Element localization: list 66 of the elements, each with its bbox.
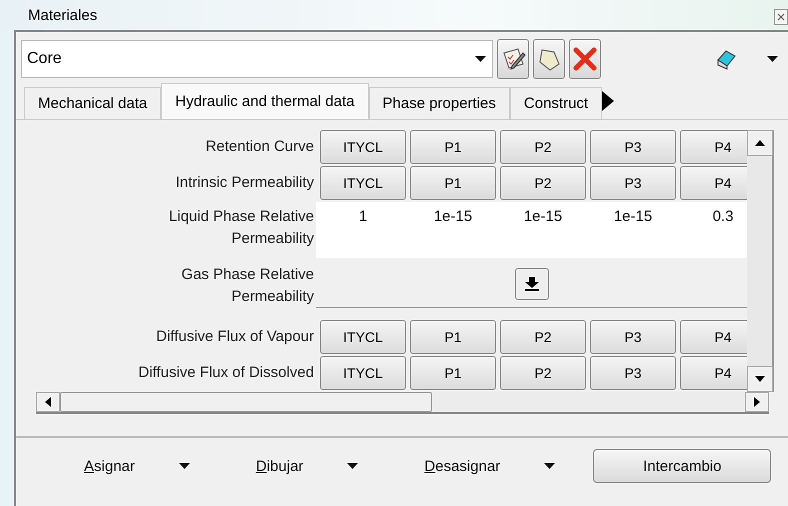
close-icon[interactable] [774, 9, 788, 25]
edit-button[interactable] [497, 39, 529, 79]
tab[interactable]: Construct [510, 87, 602, 119]
up-arrow-icon [755, 140, 765, 146]
menu-caret-icon [767, 56, 778, 62]
row-label: Retention Curve [206, 137, 314, 157]
value-cell-text: 1e-15 [612, 207, 654, 227]
download-icon [524, 276, 540, 292]
parameter-button[interactable]: ITYCL [320, 130, 406, 164]
caret-icon [347, 463, 358, 469]
parameter-button[interactable]: P3 [590, 166, 676, 200]
parameter-button[interactable]: P2 [500, 130, 586, 164]
parameter-button[interactable]: P3 [590, 130, 676, 164]
menu-button[interactable]: Desasignar [406, 458, 574, 474]
left-arrow-icon [45, 397, 51, 407]
down-arrow-icon [755, 376, 765, 382]
scroll-thumb[interactable] [60, 392, 432, 412]
expand-button[interactable] [514, 268, 548, 300]
tab[interactable]: Mechanical data [24, 87, 162, 119]
value-cell-text: 1e-15 [432, 207, 474, 227]
parameter-button[interactable]: P2 [500, 356, 586, 390]
dropdown-caret-icon [475, 56, 486, 62]
tab[interactable]: Phase properties [368, 87, 510, 119]
caret-icon [178, 463, 190, 469]
eraser-icon[interactable] [715, 48, 737, 70]
parameter-button[interactable]: P1 [410, 166, 496, 200]
parameter-button[interactable]: ITYCL [320, 320, 406, 354]
swap-button[interactable]: Intercambio [593, 449, 772, 483]
parameter-button[interactable]: P3 [590, 356, 676, 390]
value-cell-text: 1e-15 [522, 207, 564, 227]
scroll-down-button[interactable] [747, 366, 773, 392]
parameter-button[interactable]: P1 [410, 320, 496, 354]
new-button[interactable] [533, 39, 565, 79]
tab[interactable]: Hydraulic and thermal data [161, 83, 368, 119]
scroll-up-button[interactable] [747, 130, 773, 156]
parameter-button[interactable]: P2 [500, 320, 586, 354]
row-label: Intrinsic Permeability [176, 173, 314, 193]
parameter-button[interactable]: P1 [410, 356, 496, 390]
parameter-button[interactable]: P3 [590, 320, 676, 354]
row-label: Gas Phase Relative Permeability [180, 265, 314, 307]
menu-button[interactable]: Dibujar [238, 458, 376, 474]
right-arrow-icon [754, 397, 760, 407]
parameter-button[interactable]: ITYCL [320, 356, 406, 390]
row-label: Diffusive Flux of Dissolved [138, 363, 314, 383]
parameter-button[interactable]: P1 [410, 130, 496, 164]
parameter-button[interactable]: P2 [500, 166, 586, 200]
material-dropdown[interactable]: Core [21, 40, 493, 78]
delete-button[interactable] [569, 39, 601, 79]
parameter-button[interactable]: P4 [680, 166, 747, 200]
parameter-button[interactable]: P4 [680, 356, 747, 390]
window-title: Materiales [28, 6, 98, 24]
close-icon [572, 46, 598, 72]
horizontal-scrollbar[interactable] [36, 392, 769, 414]
caret-icon [544, 463, 556, 469]
row-label: Liquid Phase Relative Permeability [168, 207, 314, 249]
vertical-scrollbar[interactable] [747, 130, 774, 392]
parameter-button[interactable]: P4 [680, 320, 747, 354]
menu-button[interactable]: Asignar [66, 458, 208, 474]
parameter-button[interactable]: ITYCL [320, 166, 406, 200]
tab-scroll-arrow-icon[interactable] [602, 91, 614, 111]
value-cell-text: 1 [358, 207, 368, 227]
parameter-button[interactable]: P4 [680, 130, 747, 164]
scroll-left-button[interactable] [36, 392, 60, 412]
value-cell-text: 0.3 [712, 207, 734, 227]
scroll-right-button[interactable] [745, 392, 769, 412]
row-label: Diffusive Flux of Vapour [156, 327, 314, 347]
